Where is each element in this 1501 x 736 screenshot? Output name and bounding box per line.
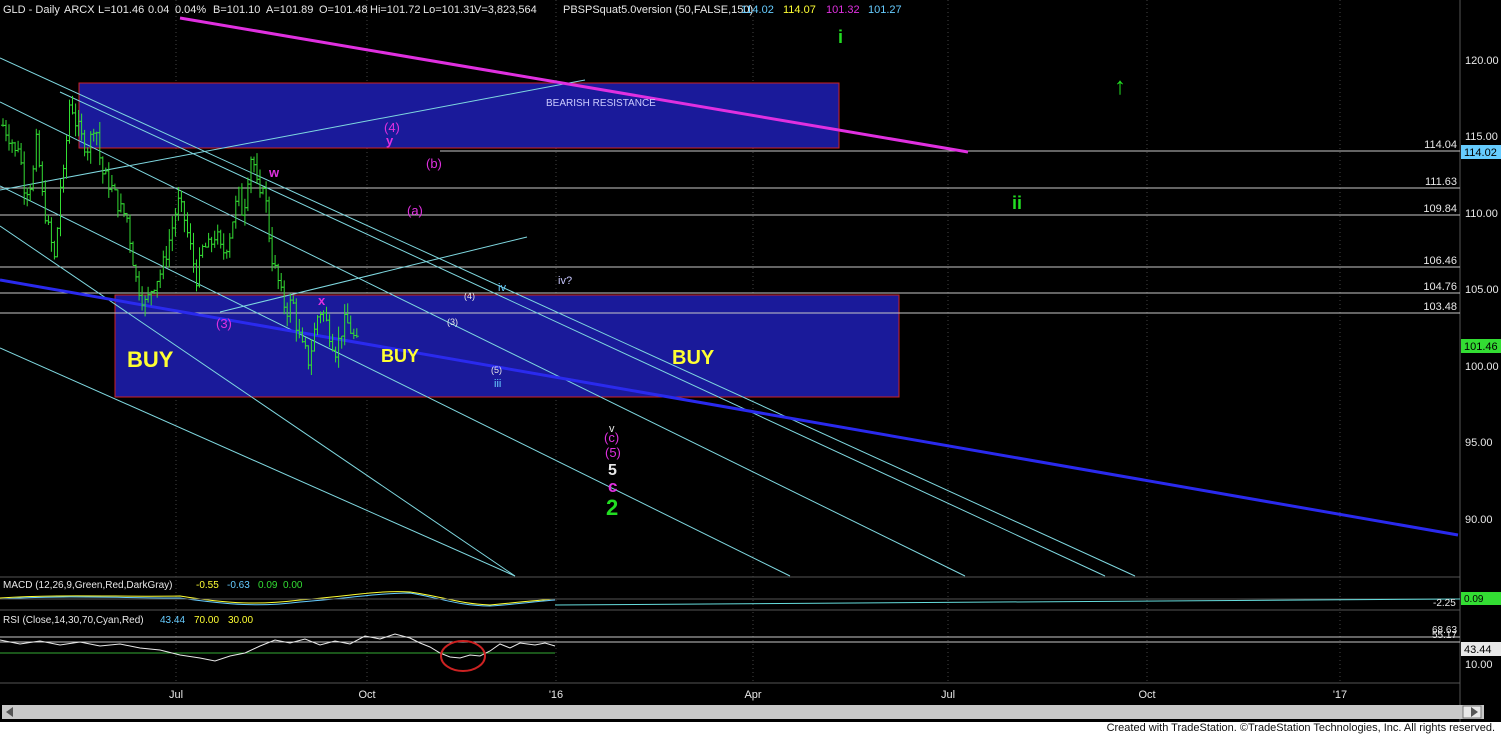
wave-label-a-paren: (a) — [407, 203, 423, 218]
price-tick: 120.00 — [1465, 55, 1499, 67]
bearish-resistance-zone — [78, 82, 840, 149]
time-tick: Jul — [941, 689, 955, 701]
rsi-value-2: 70.00 — [194, 615, 219, 626]
macd-value-3: 0.09 — [258, 580, 278, 591]
zone-label-bearish-resistance: BEARISH RESISTANCE — [546, 98, 656, 109]
header-study-value-3: 101.32 — [826, 4, 860, 16]
price-tick: 90.00 — [1465, 514, 1493, 526]
buy-label-middle: BUY — [381, 346, 419, 366]
time-tick: Apr — [744, 689, 761, 701]
svg-text:101.46: 101.46 — [1464, 341, 1498, 353]
wave-label-iv: iv — [498, 282, 506, 294]
wave-label-c-paren: (c) — [604, 430, 619, 445]
tradestation-chart-window: GLD - Daily ARCX L=101.46 0.04 0.04% B=1… — [0, 0, 1501, 736]
wave-label-2: 2 — [606, 495, 618, 520]
rsi-value-3: 30.00 — [228, 615, 253, 626]
wave-label-4-paren: (4) — [384, 120, 400, 135]
svg-text:114.02: 114.02 — [1464, 147, 1497, 159]
rsi-tag: 43.44 — [1461, 642, 1501, 656]
rsi-axis-label: 10.00 — [1465, 659, 1493, 671]
time-tick: Jul — [169, 689, 183, 701]
buy-label-left: BUY — [127, 347, 174, 372]
price-tick: 115.00 — [1465, 131, 1498, 143]
header-symbol: GLD - Daily — [3, 4, 60, 16]
macd-axis-label: -2.25 — [1433, 598, 1456, 609]
horizontal-scrollbar[interactable] — [2, 705, 1484, 719]
level-label: 109.84 — [1423, 203, 1457, 215]
header-bid: B=101.10 — [213, 4, 260, 16]
wave-label-y: y — [386, 133, 394, 148]
current-price-tag: 101.46 — [1461, 339, 1501, 353]
wave-label-c: c — [608, 477, 617, 496]
header-open: O=101.48 — [319, 4, 368, 16]
rsi-value-1: 43.44 — [160, 615, 185, 626]
time-tick: '17 — [1333, 689, 1347, 701]
price-tick: 100.00 — [1465, 361, 1499, 373]
wave-label-sub4: (4) — [464, 291, 475, 301]
level-label: 106.46 — [1423, 255, 1457, 267]
up-arrow-icon: ↑ — [1114, 73, 1126, 100]
macd-value-1: -0.55 — [196, 580, 219, 591]
header-volume: V=3,823,564 — [474, 4, 537, 16]
price-tick: 105.00 — [1465, 284, 1499, 296]
macd-value-2: -0.63 — [227, 580, 250, 591]
level-label: 103.48 — [1423, 301, 1457, 313]
macd-value-4: 0.00 — [283, 580, 303, 591]
header-change: 0.04 — [148, 4, 169, 16]
rsi-axis-label: 55.17 — [1432, 630, 1457, 641]
wave-label-b-paren: (b) — [426, 156, 442, 171]
wave-label-5-paren: (5) — [605, 445, 621, 460]
header-study-value-1: 114.02 — [741, 4, 774, 16]
buy-zone — [114, 294, 900, 398]
level-label: 104.76 — [1423, 281, 1457, 293]
wave-label-iii: iii — [494, 378, 501, 390]
header-exchange: ARCX — [64, 4, 95, 16]
header-study-value-2: 114.07 — [783, 4, 816, 16]
svg-text:0.09: 0.09 — [1464, 594, 1484, 605]
wave-label-x: x — [318, 293, 326, 308]
svg-text:43.44: 43.44 — [1464, 644, 1492, 656]
macd-tag: 0.09 — [1461, 592, 1501, 605]
wave-label-w: w — [268, 165, 280, 180]
price-tick: 95.00 — [1465, 437, 1493, 449]
time-tick: Oct — [358, 689, 375, 701]
level-label: 111.63 — [1425, 176, 1457, 188]
wave-label-sub5: (5) — [491, 365, 502, 375]
resistance-price-tag: 114.02 — [1461, 145, 1501, 159]
buy-label-right: BUY — [672, 347, 715, 369]
header-low: Lo=101.31 — [423, 4, 475, 16]
header-ask: A=101.89 — [266, 4, 313, 16]
gld-daily-chart[interactable]: GLD - Daily ARCX L=101.46 0.04 0.04% B=1… — [0, 0, 1501, 736]
wave-label-iv-question: iv? — [558, 275, 572, 287]
time-tick: Oct — [1138, 689, 1155, 701]
price-tick: 110.00 — [1465, 208, 1498, 220]
wave-label-i: i — [838, 27, 843, 47]
macd-label: MACD (12,26,9,Green,Red,DarkGray) — [3, 580, 173, 591]
wave-label-sub3: (3) — [447, 317, 458, 327]
level-label: 114.04 — [1424, 139, 1457, 151]
rsi-label: RSI (Close,14,30,70,Cyan,Red) — [3, 615, 144, 626]
wave-label-3-paren: (3) — [216, 316, 232, 331]
time-tick: '16 — [549, 689, 563, 701]
header-high: Hi=101.72 — [370, 4, 420, 16]
footer-copyright: Created with TradeStation. ©TradeStation… — [1106, 722, 1495, 734]
header-study: PBSPSquat5.0version (50,FALSE,150) — [563, 4, 753, 16]
header-study-value-4: 101.27 — [868, 4, 902, 16]
header-change-pct: 0.04% — [175, 4, 206, 16]
header-last: L=101.46 — [98, 4, 144, 16]
wave-label-ii: ii — [1012, 193, 1022, 213]
